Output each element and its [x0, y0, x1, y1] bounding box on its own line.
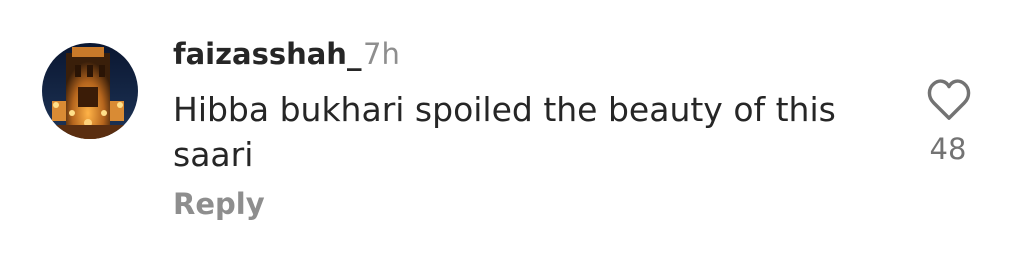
reply-button[interactable]: Reply [173, 184, 265, 224]
avatar[interactable] [42, 43, 138, 139]
username[interactable]: faizasshah_ [173, 36, 361, 72]
avatar-image [42, 43, 138, 139]
comment-item: faizasshah_ 7h Hibba bukhari spoiled the… [0, 0, 1024, 272]
heart-outline-icon[interactable] [926, 79, 972, 121]
like-count: 48 [929, 132, 967, 166]
timestamp: 7h [363, 37, 400, 71]
comment-text: Hibba bukhari spoiled the beauty of this… [173, 90, 836, 174]
